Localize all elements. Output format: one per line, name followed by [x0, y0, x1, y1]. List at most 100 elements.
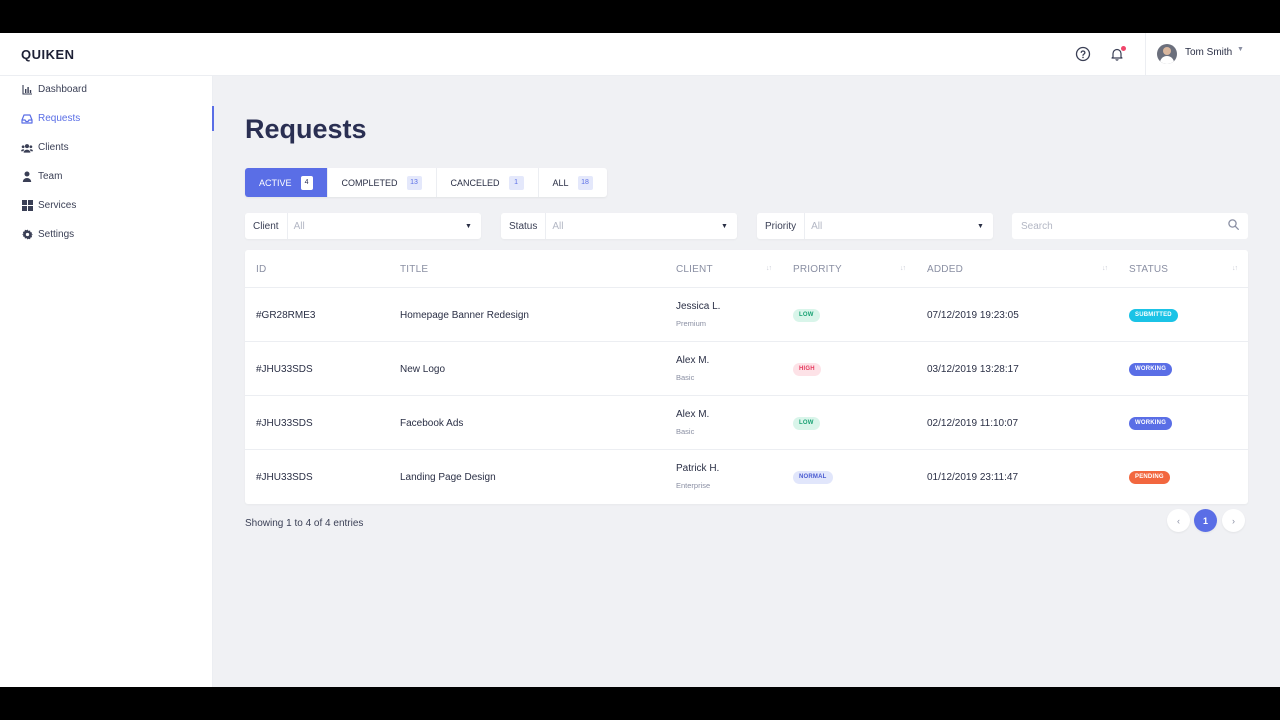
- inbox-icon: [21, 113, 33, 125]
- chevron-left-icon: ‹: [1177, 515, 1180, 526]
- filter-value: All: [293, 220, 305, 232]
- tab-completed[interactable]: COMPLETED 13: [328, 168, 437, 197]
- added-date: 02/12/2019 11:10:07: [927, 417, 1019, 429]
- sidebar-item-label: Clients: [38, 142, 69, 153]
- client-plan: Basic: [676, 373, 695, 382]
- added-date: 01/12/2019 23:11:47: [927, 471, 1019, 483]
- search-input[interactable]: [1021, 220, 1228, 232]
- next-page-button[interactable]: ›: [1222, 509, 1245, 532]
- sort-icon[interactable]: ↓↑: [1102, 265, 1108, 272]
- sidebar-item-label: Services: [38, 200, 77, 211]
- app-window: QUIKEN Tom Smith ▼ Dashboard Requests Cl…: [0, 33, 1280, 687]
- column-header-priority[interactable]: PRIORITY: [793, 250, 842, 288]
- table-row[interactable]: #JHU33SDS Landing Page Design Patrick H. En…: [245, 450, 1248, 504]
- priority-badge: LOW: [793, 416, 820, 430]
- sidebar-item-dashboard[interactable]: Dashboard: [0, 77, 213, 102]
- priority-cell: NORMAL: [793, 450, 833, 504]
- request-id: #JHU33SDS: [256, 363, 313, 375]
- tab-label: COMPLETED: [341, 177, 398, 188]
- user-icon: [21, 171, 33, 183]
- status-filter-select[interactable]: Status All ▼: [501, 213, 737, 239]
- sidebar-item-label: Team: [38, 171, 63, 182]
- page-button-current[interactable]: 1: [1194, 509, 1217, 532]
- sort-icon[interactable]: ↓↑: [900, 265, 906, 272]
- filter-label: Client: [245, 213, 288, 239]
- sort-icon[interactable]: ↓↑: [766, 265, 772, 272]
- avatar[interactable]: [1157, 44, 1177, 64]
- column-header-title[interactable]: TITLE: [400, 250, 428, 288]
- status-cell: WORKING: [1129, 342, 1173, 396]
- sidebar-item-settings[interactable]: Settings: [0, 222, 213, 247]
- chevron-down-icon[interactable]: ▼: [1237, 46, 1244, 53]
- table-row[interactable]: #JHU33SDS Facebook Ads Alex M. Basic LOW 02/1…: [245, 396, 1248, 450]
- tab-count-badge: 4: [300, 175, 313, 190]
- tab-active[interactable]: ACTIVE 4: [245, 168, 328, 197]
- column-header-id[interactable]: ID: [256, 250, 266, 288]
- sidebar-item-services[interactable]: Services: [0, 193, 213, 218]
- filter-label: Priority: [757, 213, 806, 239]
- request-title: Homepage Banner Redesign: [400, 309, 529, 321]
- tab-all[interactable]: ALL 18: [539, 168, 607, 197]
- table-row[interactable]: #JHU33SDS New Logo Alex M. Basic HIGH 03/12/2…: [245, 342, 1248, 396]
- notification-dot: [1121, 46, 1126, 51]
- priority-badge: HIGH: [793, 362, 821, 376]
- prev-page-button[interactable]: ‹: [1167, 509, 1190, 532]
- priority-cell: LOW: [793, 396, 820, 450]
- user-name[interactable]: Tom Smith: [1185, 47, 1232, 58]
- client-filter-select[interactable]: Client All ▼: [245, 213, 481, 239]
- request-title: Facebook Ads: [400, 417, 464, 429]
- filter-value: All: [552, 220, 564, 232]
- tab-label: ALL: [552, 177, 569, 188]
- tab-label: ACTIVE: [259, 177, 292, 188]
- status-badge: WORKING: [1129, 362, 1173, 376]
- tab-count-badge: 18: [577, 175, 593, 190]
- column-header-added[interactable]: ADDED: [927, 250, 963, 288]
- request-title: New Logo: [400, 363, 446, 375]
- chevron-right-icon: ›: [1232, 515, 1235, 526]
- added-date: 03/12/2019 13:28:17: [927, 363, 1019, 375]
- caret-down-icon: ▼: [977, 222, 984, 230]
- header-divider: [1145, 33, 1146, 76]
- request-id: #JHU33SDS: [256, 417, 313, 429]
- request-id: #GR28RME3: [256, 309, 316, 321]
- priority-cell: HIGH: [793, 342, 821, 396]
- client-name: Jessica L.: [676, 301, 721, 312]
- status-tabs: ACTIVE 4 COMPLETED 13 CANCELED 1 ALL 18: [245, 168, 607, 197]
- status-cell: WORKING: [1129, 396, 1173, 450]
- request-title: Landing Page Design: [400, 471, 496, 483]
- column-header-client[interactable]: CLIENT: [676, 250, 713, 288]
- filter-value: All: [811, 220, 823, 232]
- tab-count-badge: 1: [508, 175, 524, 190]
- sidebar-item-team[interactable]: Team: [0, 164, 213, 189]
- sidebar-item-label: Dashboard: [38, 84, 87, 95]
- table-body: #GR28RME3 Homepage Banner Redesign Jessica…: [245, 288, 1248, 504]
- grid-icon: [21, 200, 33, 212]
- search-box: [1012, 213, 1248, 239]
- sort-icon[interactable]: ↓↑: [1232, 265, 1238, 272]
- top-bar: QUIKEN Tom Smith ▼: [0, 33, 1280, 76]
- table-row[interactable]: #GR28RME3 Homepage Banner Redesign Jessica…: [245, 288, 1248, 342]
- table-header: ID TITLE CLIENT ↓↑ PRIORITY ↓↑ ADDED ↓↑ …: [245, 250, 1248, 288]
- priority-badge: NORMAL: [793, 470, 833, 484]
- status-badge: PENDING: [1129, 470, 1170, 484]
- client-plan: Premium: [676, 319, 707, 328]
- priority-filter-select[interactable]: Priority All ▼: [757, 213, 993, 239]
- sidebar-item-clients[interactable]: Clients: [0, 135, 213, 160]
- chart-bar-icon: [21, 84, 33, 96]
- tab-label: CANCELED: [450, 177, 500, 188]
- app-logo[interactable]: QUIKEN: [21, 47, 75, 62]
- status-cell: PENDING: [1129, 450, 1170, 504]
- column-header-status[interactable]: STATUS: [1129, 250, 1168, 288]
- users-icon: [21, 142, 33, 154]
- client-plan: Basic: [676, 427, 695, 436]
- request-id: #JHU33SDS: [256, 471, 313, 483]
- sidebar-item-requests[interactable]: Requests: [0, 106, 214, 131]
- search-icon[interactable]: [1228, 217, 1239, 235]
- sidebar-item-label: Settings: [38, 229, 75, 240]
- help-icon[interactable]: [1074, 45, 1092, 63]
- bell-icon[interactable]: [1108, 45, 1126, 63]
- sidebar-item-label: Requests: [38, 113, 81, 124]
- tab-canceled[interactable]: CANCELED 1: [437, 168, 539, 197]
- client-name: Alex M.: [676, 409, 710, 420]
- gear-icon: [21, 229, 33, 241]
